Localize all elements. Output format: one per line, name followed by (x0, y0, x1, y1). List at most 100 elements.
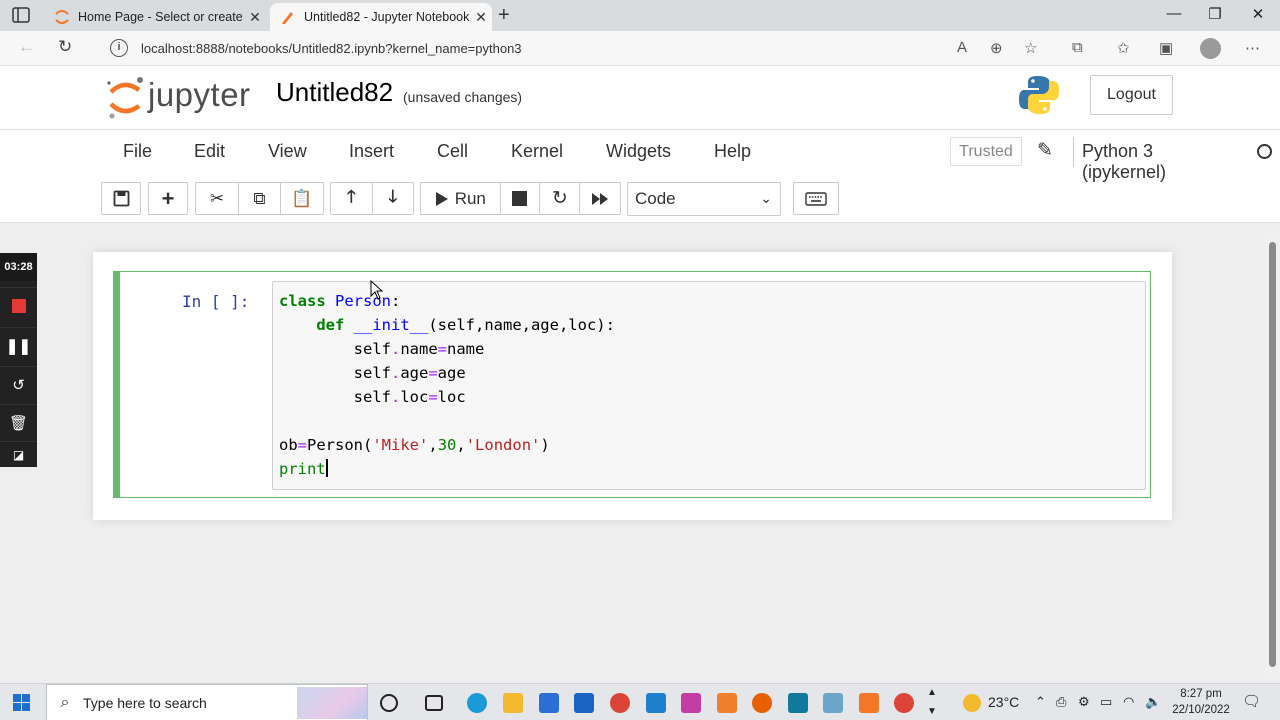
taskbar-scroll-up-icon[interactable]: ▲ (927, 687, 937, 698)
copy-icon: ⧉ (253, 188, 266, 208)
tab-actions-icon[interactable] (12, 7, 32, 24)
zoom-icon[interactable]: ⊕ (990, 39, 1003, 57)
collections-icon[interactable]: ▣ (1159, 39, 1173, 57)
temperature[interactable]: 23°C (988, 694, 1019, 710)
network-device-icon[interactable]: ⎙ (1056, 694, 1066, 710)
notepad-icon[interactable] (823, 693, 843, 713)
cortana-icon[interactable] (380, 694, 398, 712)
browser-tab-bar: Home Page - Select or create a n ✕ Untit… (0, 0, 1280, 31)
tab-notebook[interactable]: Untitled82 - Jupyter Notebook ✕ (270, 3, 492, 31)
restore-icon[interactable]: ❐ (1193, 5, 1237, 23)
logout-button[interactable]: Logout (1090, 75, 1173, 115)
new-tab-icon[interactable]: + (498, 4, 510, 27)
trusted-badge[interactable]: Trusted (950, 137, 1022, 166)
store-icon[interactable] (539, 693, 559, 713)
restart-recording-button[interactable]: ↺ (0, 366, 37, 402)
favorite-star-icon[interactable]: ☆ (1024, 39, 1037, 57)
weather-icon[interactable] (963, 694, 981, 712)
chrome-app-icon[interactable] (894, 693, 914, 713)
close-tab-icon[interactable]: ✕ (470, 9, 492, 26)
settings-tray-icon[interactable]: ⚙ (1078, 694, 1090, 710)
command-palette-button[interactable] (793, 182, 839, 215)
menu-help[interactable]: Help (714, 141, 751, 162)
run-button[interactable]: Run (421, 183, 501, 214)
code-cell[interactable]: In [ ]: class Person: def __init__(self,… (113, 271, 1151, 498)
move-down-button[interactable]: 🡓 (373, 183, 414, 214)
code-editor[interactable]: class Person: def __init__(self,name,age… (272, 281, 1146, 490)
favorites-icon[interactable]: ✩ (1117, 39, 1130, 57)
app-icon[interactable] (681, 693, 701, 713)
pause-recording-button[interactable]: ❚❚ (0, 327, 37, 363)
xampp-icon[interactable] (717, 693, 737, 713)
cut-button[interactable]: ✂ (196, 183, 239, 214)
notifications-icon[interactable]: 🗨 (1242, 692, 1261, 710)
pause-icon: ❚❚ (5, 337, 32, 355)
menu-kernel[interactable]: Kernel (511, 141, 563, 162)
search-placeholder: Type here to search (83, 694, 207, 711)
keyboard-icon (805, 191, 827, 206)
url-field[interactable]: i localhost:8888/notebooks/Untitled82.ip… (94, 35, 1054, 61)
notebook-container: In [ ]: class Person: def __init__(self,… (93, 252, 1172, 520)
close-window-icon[interactable]: ✕ (1236, 5, 1280, 23)
taskbar-scroll-down-icon[interactable]: ▼ (927, 706, 937, 717)
minimize-icon[interactable]: — (1152, 5, 1196, 22)
interrupt-button[interactable] (501, 183, 541, 214)
mail-icon[interactable] (574, 693, 594, 713)
scissors-icon: ✂ (209, 188, 225, 208)
cell-type-select[interactable]: Code ⌄ (627, 182, 781, 216)
move-up-button[interactable]: 🡑 (331, 183, 373, 214)
paste-button[interactable]: 📋 (281, 183, 323, 214)
battery-icon[interactable]: ▭ (1100, 694, 1112, 710)
wifi-icon[interactable]: ◠ (1123, 694, 1134, 710)
page-scrollbar[interactable] (1265, 232, 1280, 680)
notebook-title[interactable]: Untitled82 (276, 77, 393, 108)
delete-recording-button[interactable]: 🗑 (0, 404, 37, 440)
menu-insert[interactable]: Insert (349, 141, 394, 162)
menu-widgets[interactable]: Widgets (606, 141, 671, 162)
menu-edit[interactable]: Edit (194, 141, 225, 162)
restart-run-all-button[interactable] (580, 183, 620, 214)
refresh-icon[interactable]: ↻ (58, 37, 72, 57)
code-line: print (279, 459, 328, 478)
vscode-icon[interactable] (646, 693, 666, 713)
close-tab-icon[interactable]: ✕ (244, 9, 266, 26)
taskbar-search-box[interactable]: ⌕ Type here to search (46, 684, 368, 720)
more-menu-icon[interactable]: ⋯ (1245, 39, 1260, 57)
code-text: class Person: def __init__(self,name,age… (279, 289, 615, 481)
back-icon[interactable]: ← (18, 37, 35, 57)
search-icon: ⌕ (60, 693, 70, 711)
jupyter-taskbar-icon[interactable] (859, 693, 879, 713)
menu-file[interactable]: File (123, 141, 152, 162)
tab-home-page[interactable]: Home Page - Select or create a n ✕ (44, 3, 266, 31)
restart-button[interactable]: ↻ (540, 183, 581, 214)
extensions-icon[interactable]: ⧉ (1072, 39, 1083, 56)
menu-cell[interactable]: Cell (437, 141, 468, 162)
insert-cell-button[interactable]: + (148, 182, 188, 215)
stop-recording-button[interactable] (0, 287, 37, 323)
site-info-icon[interactable]: i (110, 39, 128, 57)
copy-button[interactable]: ⧉ (239, 183, 281, 214)
jupyter-logo-icon[interactable] (106, 74, 146, 120)
show-hidden-icons-icon[interactable]: ⌃ (1035, 694, 1046, 710)
profile-avatar[interactable] (1200, 38, 1221, 59)
stop-icon (512, 191, 528, 206)
save-button[interactable] (101, 182, 141, 215)
file-explorer-icon[interactable] (503, 693, 523, 713)
volume-icon[interactable]: 🔈 (1145, 694, 1161, 710)
annotate-recording-button[interactable]: ◪ (0, 441, 37, 467)
zoom-app-icon[interactable] (788, 693, 808, 713)
scrollbar-thumb[interactable] (1269, 242, 1276, 667)
chrome-icon[interactable] (610, 693, 630, 713)
edge-icon[interactable] (467, 693, 487, 713)
windows-start-icon[interactable] (13, 694, 30, 711)
taskbar-clock[interactable]: 8:27 pm 22/10/2022 (1168, 686, 1234, 718)
menu-view[interactable]: View (268, 141, 307, 162)
firefox-icon[interactable] (752, 693, 772, 713)
jupyter-favicon-icon (55, 10, 69, 24)
input-prompt: In [ ]: (182, 292, 250, 311)
task-view-icon[interactable] (425, 695, 443, 711)
read-aloud-icon[interactable]: A (957, 39, 967, 56)
edit-pencil-icon[interactable]: ✎ (1037, 139, 1053, 162)
jupyter-header: jupyter Untitled82 (unsaved changes) Log… (0, 66, 1280, 130)
kernel-name[interactable]: Python 3 (ipykernel) (1082, 141, 1180, 183)
